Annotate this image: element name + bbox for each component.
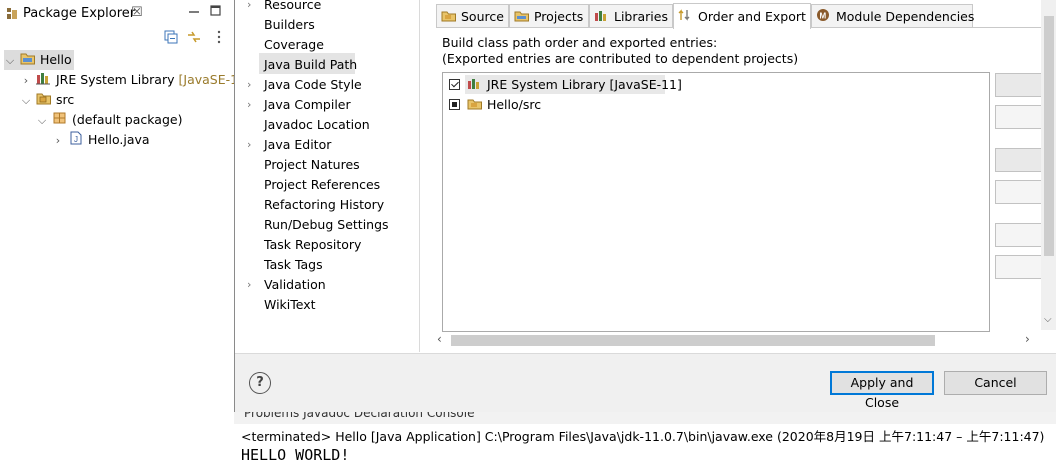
tab-source[interactable]: Source [436,4,509,27]
tree-item-label: Hello [39,52,72,67]
apply-and-close-button[interactable]: Apply and Close [830,371,934,410]
nav-item-refactoring-history[interactable]: Refactoring History [264,195,384,215]
nav-item-resource[interactable]: Resource [264,0,321,15]
svg-text:M: M [820,12,827,21]
nav-item-task-repository[interactable]: Task Repository [264,235,361,255]
chevron-right-icon[interactable]: › [20,71,32,91]
build-path-tabs: Source Projects Libraries Order and Expo… [436,3,1056,29]
nav-item-javadoc-location[interactable]: Javadoc Location [264,115,370,135]
order-export-list[interactable]: JRE System Library [JavaSE-11] Hello/src [442,72,990,332]
tree-item-jre-library[interactable]: › JRE System Library [JavaSE-11] [20,70,251,90]
source-folder-icon [36,91,52,111]
nav-item-java-editor[interactable]: Java Editor [264,135,331,155]
order-export-note: (Exported entries are contributed to dep… [442,51,799,66]
horizontal-scrollbar[interactable]: ‹ › [435,332,1037,348]
tab-label: Order and Export [697,9,806,24]
entry-label: JRE System Library [JavaSE-11] [486,77,682,92]
tree-item-label: src [55,92,75,107]
tree-item-label: (default package) [71,112,183,127]
order-export-icon [678,5,694,31]
chevron-down-icon[interactable]: ⌵ [20,91,32,111]
nav-item-coverage[interactable]: Coverage [264,35,324,55]
project-icon [514,6,530,29]
java-file-icon: J [68,131,84,151]
tree-item-label: JRE System Library [55,72,175,87]
chevron-down-icon[interactable]: ⌵ [4,51,16,71]
package-explorer-tab[interactable]: Package Explorer ☒ [0,0,234,28]
source-folder-icon [467,97,483,115]
close-view-icon[interactable]: ☒ [131,5,143,20]
nav-item-java-code-style[interactable]: Java Code Style [264,75,362,95]
scroll-right-icon[interactable]: › [1025,332,1030,346]
nav-item-task-tags[interactable]: Task Tags [264,255,323,275]
package-icon [52,111,68,131]
scroll-thumb[interactable] [451,335,935,346]
entry-hello-src[interactable]: Hello/src [449,96,541,114]
project-icon [20,51,36,71]
chevron-right-icon[interactable]: › [247,0,251,15]
tab-libraries[interactable]: Libraries [589,4,673,27]
collapse-all-icon[interactable] [164,30,178,47]
nav-item-project-references[interactable]: Project References [264,175,380,195]
tab-module-dependencies[interactable]: M Module Dependencies [811,4,975,29]
library-icon [35,71,52,91]
nav-item-validation[interactable]: Validation [264,275,326,295]
nav-item-builders[interactable]: Builders [264,15,315,35]
nav-item-wikitext[interactable]: WikiText [264,295,316,315]
entry-label: Hello/src [486,97,542,112]
entry-jre-library[interactable]: JRE System Library [JavaSE-11] [449,76,682,94]
package-explorer-icon [6,7,18,24]
view-menu-icon[interactable] [216,29,222,48]
tree-item-default-package[interactable]: ⌵ (default package) [36,110,182,130]
package-explorer-view: Package Explorer ☒ ⌵ Hello › JRE System … [0,0,251,469]
export-checkbox[interactable] [449,99,460,110]
tree-item-hello-java[interactable]: › J Hello.java [52,130,150,150]
dialog-footer: ? Apply and Close Cancel [235,353,1056,412]
library-icon [594,6,610,29]
scroll-left-icon[interactable]: ‹ [437,332,442,346]
module-icon: M [816,6,832,29]
export-checkbox[interactable] [449,79,460,90]
order-export-description: Build class path order and exported entr… [442,35,718,50]
chevron-down-icon[interactable]: ⌵ [36,111,48,131]
nav-item-java-build-path[interactable]: Java Build Path [264,55,357,75]
nav-item-run-debug-settings[interactable]: Run/Debug Settings [264,215,389,235]
maximize-icon[interactable] [210,5,222,20]
link-with-editor-icon[interactable] [186,30,202,47]
chevron-right-icon[interactable]: › [52,131,64,151]
tree-item-src[interactable]: ⌵ src [20,90,74,110]
tree-item-label: Hello.java [87,132,150,147]
chevron-right-icon[interactable]: › [247,75,251,95]
package-explorer-title: Package Explorer [23,6,136,21]
svg-text:J: J [74,135,78,144]
tab-label: Projects [533,9,584,24]
console-terminated-line: <terminated> Hello [Java Application] C:… [241,429,1045,444]
tab-order-and-export[interactable]: Order and Export [673,3,811,29]
tab-label: Libraries [613,9,668,24]
chevron-right-icon[interactable]: › [247,135,251,155]
nav-item-project-natures[interactable]: Project Natures [264,155,360,175]
properties-nav: › Resource Builders Coverage Java Build Path… [235,0,420,352]
console-output: HELLO WORLD! [241,446,350,464]
tab-label: Source [460,9,504,24]
nav-item-java-compiler[interactable]: Java Compiler [264,95,351,115]
tab-label: Module Dependencies [835,9,975,24]
library-icon [467,77,483,95]
minimize-icon[interactable] [188,3,200,20]
chevron-right-icon[interactable]: › [247,95,251,115]
chevron-right-icon[interactable]: › [247,275,251,295]
tree-item-project[interactable]: ⌵ Hello [4,50,74,70]
vertical-scrollbar[interactable]: ⌵ [1041,0,1056,330]
cancel-button[interactable]: Cancel [944,371,1047,395]
help-icon[interactable]: ? [249,372,271,394]
scroll-thumb[interactable] [1044,16,1054,256]
scroll-down-icon[interactable]: ⌵ [1044,314,1052,325]
tab-projects[interactable]: Projects [509,4,589,27]
source-folder-icon [441,6,457,29]
properties-dialog: › Resource Builders Coverage Java Build Path… [234,0,1056,412]
